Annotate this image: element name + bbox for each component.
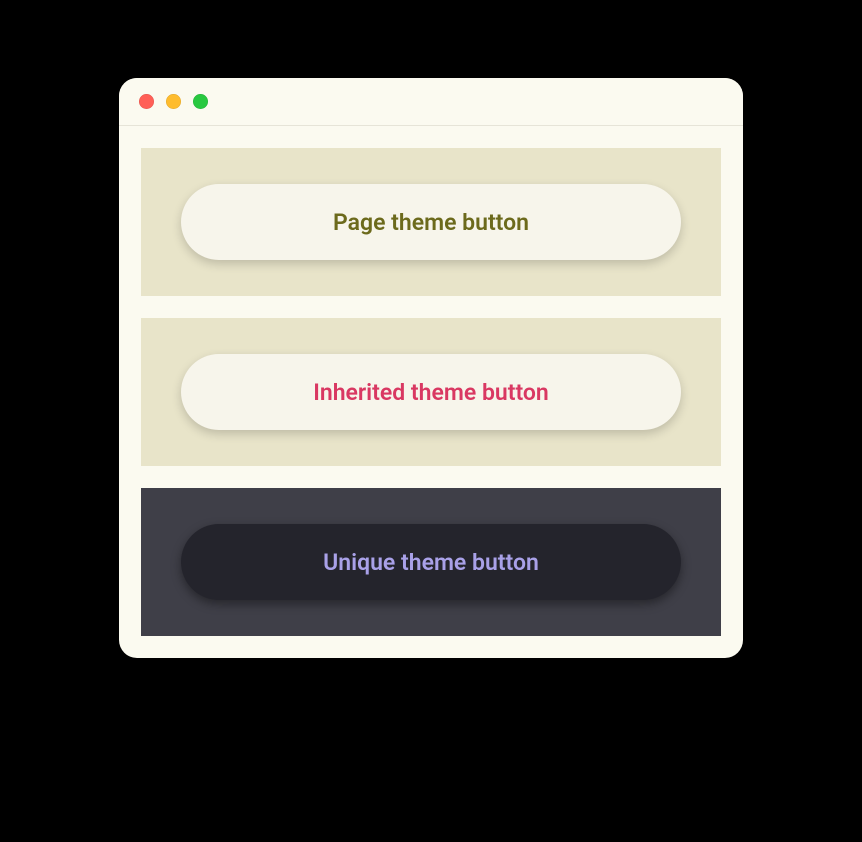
inherited-theme-button[interactable]: Inherited theme button bbox=[181, 354, 681, 430]
close-icon[interactable] bbox=[139, 94, 154, 109]
unique-theme-panel: Unique theme button bbox=[141, 488, 721, 636]
page-theme-panel: Page theme button bbox=[141, 148, 721, 296]
window-titlebar bbox=[119, 78, 743, 126]
minimize-icon[interactable] bbox=[166, 94, 181, 109]
unique-theme-button[interactable]: Unique theme button bbox=[181, 524, 681, 600]
maximize-icon[interactable] bbox=[193, 94, 208, 109]
page-theme-button[interactable]: Page theme button bbox=[181, 184, 681, 260]
inherited-theme-panel: Inherited theme button bbox=[141, 318, 721, 466]
app-window: Page theme button Inherited theme button… bbox=[119, 78, 743, 658]
content-area: Page theme button Inherited theme button… bbox=[119, 126, 743, 658]
